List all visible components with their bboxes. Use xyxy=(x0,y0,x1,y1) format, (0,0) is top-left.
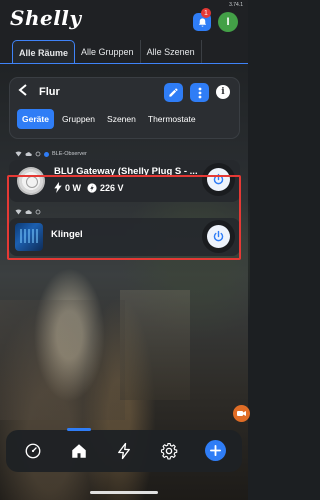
tab-all-rooms[interactable]: Alle Räume xyxy=(12,40,76,64)
voltage-icon xyxy=(87,182,97,193)
app-header: Shelly 3.74.1 1 I xyxy=(0,0,248,40)
device-status-row xyxy=(15,208,41,216)
tab-underline xyxy=(0,63,248,64)
add-icon xyxy=(210,445,221,456)
support-chat-button[interactable] xyxy=(233,405,250,422)
avatar[interactable]: I xyxy=(218,12,238,32)
camera-icon xyxy=(237,411,246,416)
more-options-button[interactable] xyxy=(190,83,209,102)
plug-icon xyxy=(17,167,45,195)
doorbell-icon xyxy=(15,223,43,251)
bluetooth-icon xyxy=(44,151,49,157)
cloud-icon xyxy=(25,152,32,156)
sync-icon xyxy=(35,209,41,215)
device-status-row: BLE-Observer xyxy=(15,150,87,158)
info-icon[interactable]: i xyxy=(216,85,230,99)
energy-button[interactable] xyxy=(110,437,138,465)
edit-room-button[interactable] xyxy=(164,83,183,102)
room-title: Flur xyxy=(39,86,60,98)
back-arrow-icon[interactable] xyxy=(18,84,28,99)
device-card-blu-gateway[interactable]: BLU Gateway (Shelly Plug S - ... 0 W 226… xyxy=(9,160,240,202)
kebab-menu-icon xyxy=(198,87,201,98)
ble-observer-label: BLE-Observer xyxy=(52,151,87,157)
add-button[interactable] xyxy=(205,440,226,461)
voltage-reading: 226 V xyxy=(87,183,124,193)
app-version: 3.74.1 xyxy=(229,2,243,8)
room-subtabs: Geräte Gruppen Szenen Thermostate xyxy=(17,109,200,129)
settings-icon xyxy=(160,442,178,460)
room-panel: Flur i Geräte Gruppen Szenen Thermostate xyxy=(9,77,240,139)
system-home-indicator xyxy=(90,491,158,494)
subtab-groups[interactable]: Gruppen xyxy=(58,109,99,129)
power-toggle-button[interactable] xyxy=(202,163,235,196)
power-value: 0 W xyxy=(65,182,82,193)
background-house xyxy=(120,290,190,400)
power-icon xyxy=(213,173,224,185)
main-tabs: Alle Räume Alle Gruppen Alle Szenen xyxy=(0,40,248,64)
settings-button[interactable] xyxy=(155,437,183,465)
power-toggle-button[interactable] xyxy=(202,220,235,253)
power-toggle-inner xyxy=(207,168,230,191)
subtab-scenes[interactable]: Szenen xyxy=(103,109,140,129)
power-toggle-inner xyxy=(207,225,230,248)
tab-all-groups[interactable]: Alle Gruppen xyxy=(75,40,141,64)
notification-badge: 1 xyxy=(201,8,211,18)
wifi-icon xyxy=(15,151,22,157)
device-readings: 0 W 226 V xyxy=(54,182,124,193)
device-card-klingel[interactable]: Klingel xyxy=(9,218,240,256)
subtab-thermostats[interactable]: Thermostate xyxy=(144,109,200,129)
background-glass xyxy=(0,300,125,420)
wifi-icon xyxy=(15,209,22,215)
home-icon xyxy=(72,444,86,458)
pencil-icon xyxy=(169,88,178,97)
energy-icon xyxy=(118,442,130,460)
sync-icon xyxy=(35,151,41,157)
dashboard-icon xyxy=(25,443,41,459)
voltage-value: 226 V xyxy=(100,182,124,193)
power-icon xyxy=(213,230,224,242)
bell-icon xyxy=(198,17,206,27)
device-name: Klingel xyxy=(51,229,83,240)
shelly-logo: Shelly xyxy=(10,6,82,30)
tab-all-scenes[interactable]: Alle Szenen xyxy=(141,40,202,64)
home-button[interactable] xyxy=(65,437,93,465)
power-reading: 0 W xyxy=(54,182,81,193)
cloud-icon xyxy=(25,210,32,214)
active-nav-indicator xyxy=(67,428,91,431)
subtab-devices[interactable]: Geräte xyxy=(17,109,54,129)
lightning-icon xyxy=(54,182,62,193)
device-name: BLU Gateway (Shelly Plug S - ... xyxy=(54,166,198,177)
dashboard-button[interactable] xyxy=(19,437,47,465)
